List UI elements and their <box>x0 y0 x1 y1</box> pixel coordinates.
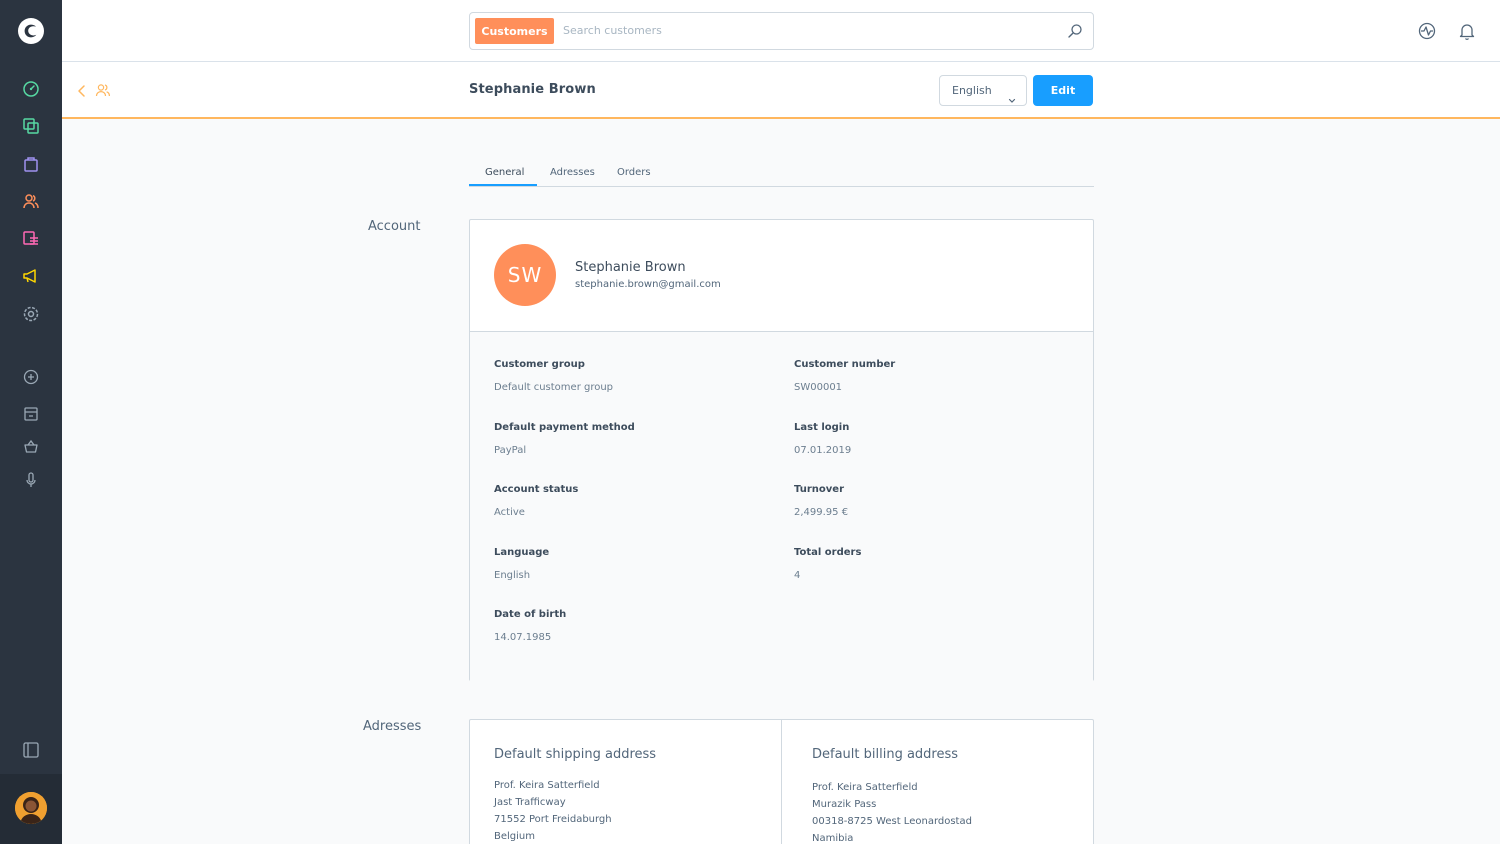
billing-address-line: Murazik Pass <box>812 799 877 810</box>
last-login-value: 07.01.2019 <box>794 445 852 456</box>
account-status-label: Account status <box>494 484 579 495</box>
search-icon[interactable] <box>1067 23 1083 39</box>
customer-number-value: SW00001 <box>794 382 843 393</box>
shopware-logo-icon[interactable] <box>17 17 45 45</box>
customer-number-label: Customer number <box>794 359 896 370</box>
back-arrow-icon[interactable] <box>76 83 88 97</box>
global-search: Customers <box>469 12 1094 50</box>
customers-icon[interactable] <box>21 191 41 211</box>
activity-icon[interactable] <box>1417 21 1437 41</box>
user-menu[interactable] <box>0 774 62 844</box>
store-icon[interactable] <box>21 404 41 424</box>
account-card-header: SW Stephanie Brown stephanie.brown@gmail… <box>470 220 1093 332</box>
payment-method-value: PayPal <box>494 445 527 456</box>
date-of-birth-value: 14.07.1985 <box>494 632 552 643</box>
settings-icon[interactable] <box>21 304 41 324</box>
orders-icon[interactable] <box>21 154 41 174</box>
basket-icon[interactable] <box>21 437 41 457</box>
search-input[interactable] <box>563 13 1043 49</box>
turnover-label: Turnover <box>794 484 844 495</box>
account-card-body: Customer group Default customer group Cu… <box>470 332 1093 681</box>
edit-button[interactable]: Edit <box>1033 75 1093 106</box>
language-value: English <box>494 570 531 581</box>
tab-general[interactable]: General <box>485 167 524 178</box>
last-login-label: Last login <box>794 422 850 433</box>
marketing-icon[interactable] <box>21 266 41 286</box>
dashboard-icon[interactable] <box>21 79 41 99</box>
sidebar <box>0 0 62 844</box>
billing-address-title: Default billing address <box>812 747 959 762</box>
account-section-label: Account <box>368 219 421 234</box>
addresses-card: Default shipping address Prof. Keira Sat… <box>469 719 1094 844</box>
page-title: Stephanie Brown <box>469 82 596 97</box>
chevron-down-icon <box>1008 87 1016 103</box>
tab-adresses[interactable]: Adresses <box>550 167 595 178</box>
language-label: Language <box>494 547 550 558</box>
customers-module-icon <box>95 82 111 98</box>
language-select-value: English <box>952 84 992 97</box>
collapse-sidebar-icon[interactable] <box>21 740 41 760</box>
detail-tabs: General Adresses Orders <box>469 160 1094 187</box>
date-of-birth-label: Date of birth <box>494 609 567 620</box>
turnover-value: 2,499.95 € <box>794 507 849 518</box>
content-icon[interactable] <box>21 229 41 249</box>
shipping-address-line: Jast Trafficway <box>494 797 566 808</box>
total-orders-label: Total orders <box>794 547 862 558</box>
shipping-address-line: Prof. Keira Satterfield <box>494 780 600 791</box>
customer-name: Stephanie Brown <box>575 260 686 275</box>
shipping-address-line: Belgium <box>494 831 535 842</box>
address-divider <box>781 720 782 844</box>
add-icon[interactable] <box>21 367 41 387</box>
microphone-icon[interactable] <box>21 470 41 490</box>
total-orders-value: 4 <box>794 570 801 581</box>
account-card: SW Stephanie Brown stephanie.brown@gmail… <box>469 219 1094 681</box>
customer-email: stephanie.brown@gmail.com <box>575 279 721 290</box>
notification-bell-icon[interactable] <box>1457 21 1477 41</box>
top-bar: Customers <box>62 0 1500 62</box>
adresses-section-label: Adresses <box>363 719 422 734</box>
billing-address-line: Prof. Keira Satterfield <box>812 782 918 793</box>
payment-method-label: Default payment method <box>494 422 635 433</box>
shipping-address-line: 71552 Port Freidaburgh <box>494 814 612 825</box>
active-tab-indicator <box>469 184 537 186</box>
billing-address-line: 00318-8725 West Leonardostad <box>812 816 972 827</box>
billing-address-line: Namibia <box>812 833 854 844</box>
user-avatar[interactable] <box>15 792 47 824</box>
language-select[interactable]: English <box>939 75 1027 106</box>
search-type-tag[interactable]: Customers <box>475 18 554 44</box>
catalogues-icon[interactable] <box>21 116 41 136</box>
customer-group-label: Customer group <box>494 359 585 370</box>
smart-bar: Stephanie Brown English Edit <box>62 62 1500 119</box>
customer-avatar: SW <box>494 244 556 306</box>
tab-orders[interactable]: Orders <box>617 167 651 178</box>
account-status-value: Active <box>494 507 525 518</box>
shipping-address-title: Default shipping address <box>494 747 657 762</box>
customer-group-value: Default customer group <box>494 382 614 393</box>
